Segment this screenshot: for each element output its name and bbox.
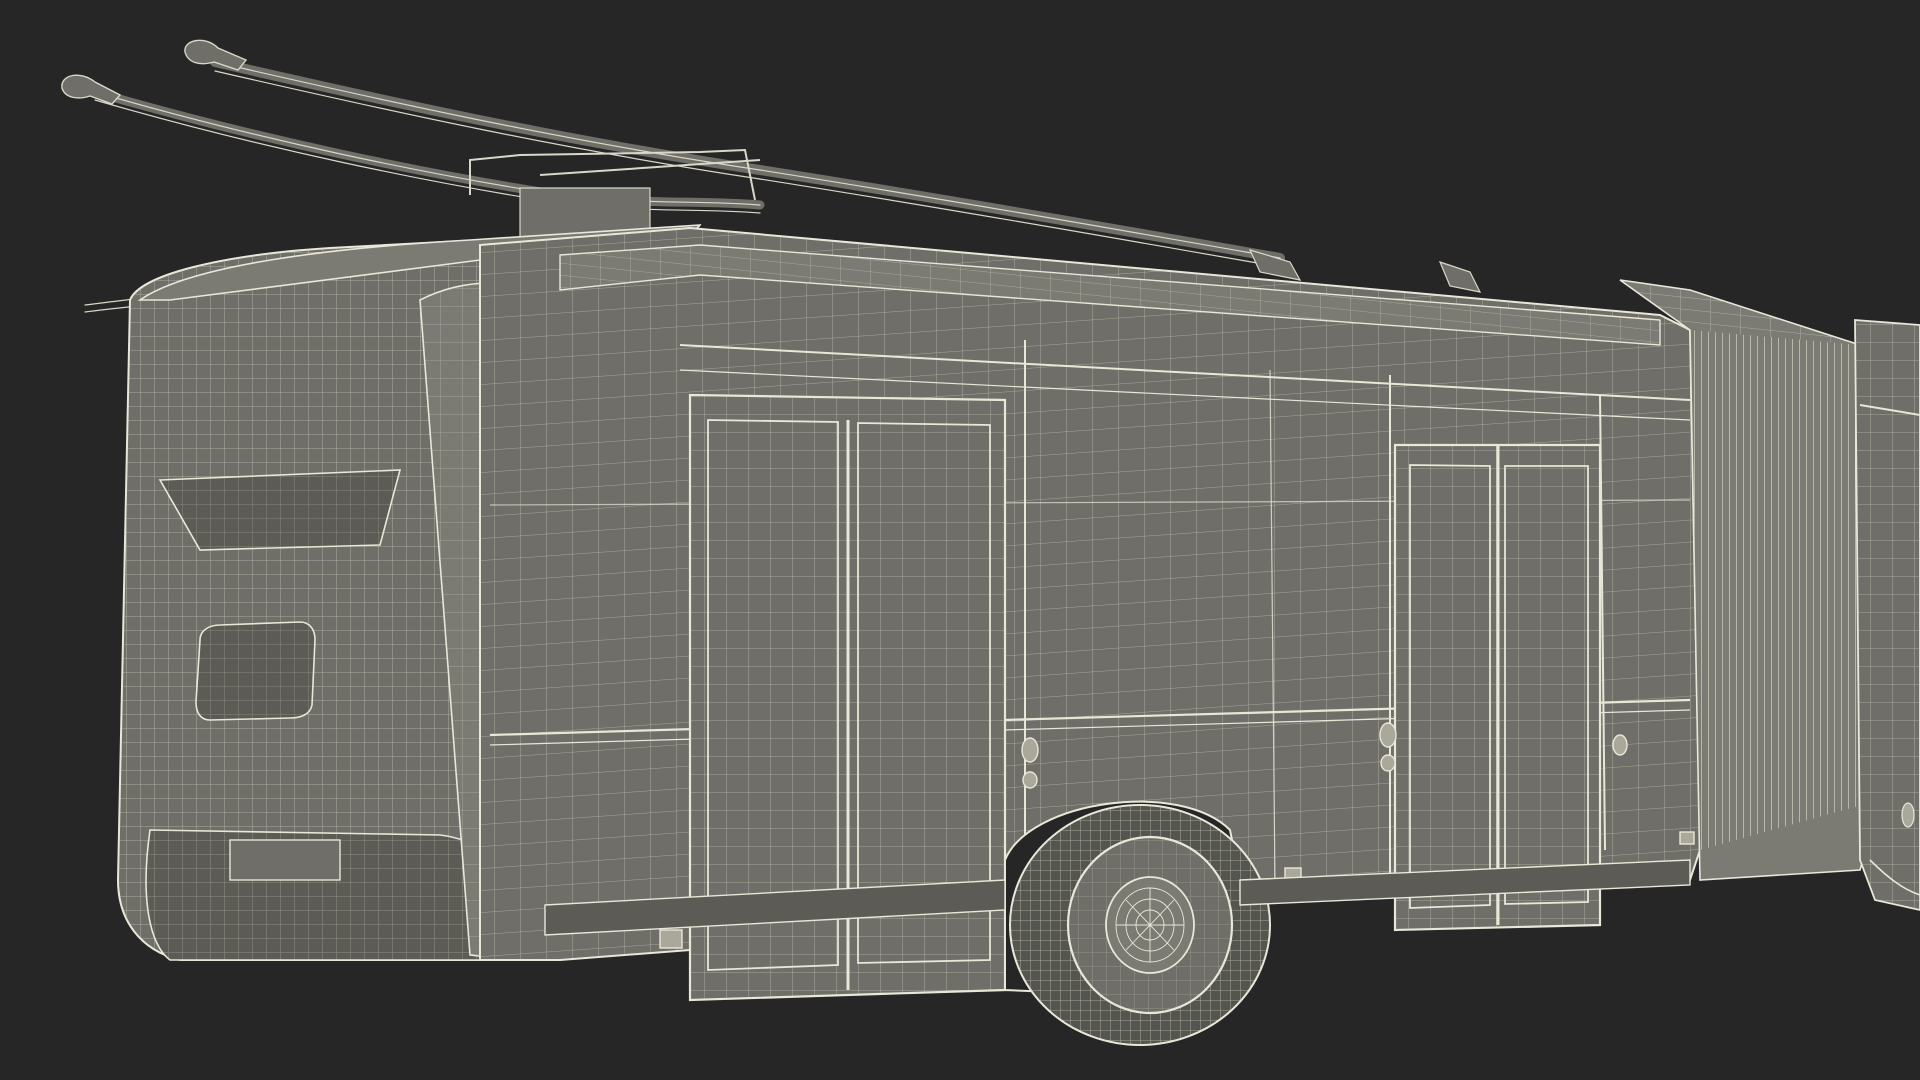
- render-viewport: [0, 0, 1920, 1080]
- second-section: [1854, 319, 1920, 911]
- trolleybus-wireframe-render: [0, 0, 1920, 1080]
- door-middle: [1393, 443, 1602, 932]
- rear-plate: [229, 839, 341, 881]
